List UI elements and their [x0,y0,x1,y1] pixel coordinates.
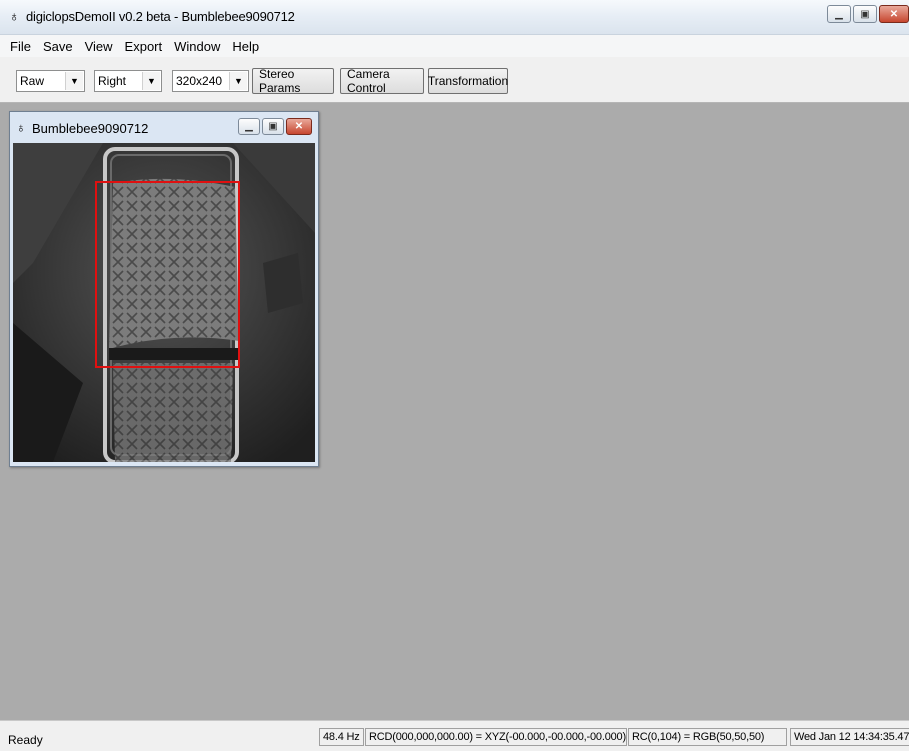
maximize-icon: ▣ [860,8,870,20]
close-button[interactable]: ✕ [879,5,909,23]
status-rcd-xyz: RCD(000,000,000.00) = XYZ(-00.000,-00.00… [365,728,627,746]
child-close-button[interactable]: ✕ [286,118,312,135]
close-icon: ✕ [889,8,899,20]
menu-export[interactable]: Export [119,39,169,54]
chevron-down-icon[interactable]: ▼ [142,72,160,90]
menu-view[interactable]: View [79,39,119,54]
child-window-title: Bumblebee9090712 [32,121,149,136]
window-controls: ▁ ▣ ✕ [827,5,909,25]
camera-control-button[interactable]: Camera Control [340,67,424,95]
resolution-select[interactable]: 320x240 ▼ [172,70,249,92]
child-maximize-button[interactable]: ▣ [262,118,284,135]
stereo-params-button[interactable]: Stereo Params [252,67,334,95]
window-title: digiclopsDemoII v0.2 beta - Bumblebee909… [26,9,295,24]
menu-bar: File Save View Export Window Help [0,35,909,57]
resolution-select-value: 320x240 [176,74,223,88]
close-icon: ✕ [294,121,304,132]
status-bar: Ready 48.4 Hz RCD(000,000,000.00) = XYZ(… [0,720,909,751]
camera-image-render [13,143,315,462]
status-ready: Ready [8,733,43,747]
status-datetime: Wed Jan 12 14:34:35.477 [790,728,909,746]
child-title-bar[interactable]: ♁ Bumblebee9090712 ▁ ▣ ✕ [10,112,318,142]
menu-file[interactable]: File [4,39,37,54]
camera-child-window[interactable]: ♁ Bumblebee9090712 ▁ ▣ ✕ [9,111,319,467]
minimize-icon: ▁ [835,8,843,20]
status-rc-rgb: RC(0,104) = RGB(50,50,50) [628,728,787,746]
maximize-icon: ▣ [268,121,278,132]
toolbar: Raw ▼ Right ▼ 320x240 ▼ Stereo Params Ca… [0,57,909,103]
chevron-down-icon[interactable]: ▼ [65,72,83,90]
mode-select-value: Raw [20,74,45,88]
tuning-fork-icon[interactable]: ♁ [9,8,20,24]
menu-help[interactable]: Help [226,39,265,54]
status-frame-rate: 48.4 Hz [319,728,364,746]
title-bar: ♁ digiclopsDemoII v0.2 beta - Bumblebee9… [0,0,909,35]
child-minimize-button[interactable]: ▁ [238,118,260,135]
menu-save[interactable]: Save [37,39,79,54]
menu-window[interactable]: Window [168,39,226,54]
maximize-button[interactable]: ▣ [853,5,877,23]
mdi-workspace: ♁ Bumblebee9090712 ▁ ▣ ✕ [0,103,909,720]
minimize-icon: ▁ [245,121,253,132]
chevron-down-icon[interactable]: ▼ [229,72,247,90]
camera-image[interactable] [13,143,315,462]
child-window-controls: ▁ ▣ ✕ [238,118,312,135]
mode-select[interactable]: Raw ▼ [16,70,85,92]
tuning-fork-icon[interactable]: ♁ [16,120,26,135]
camera-select[interactable]: Right ▼ [94,70,162,92]
camera-select-value: Right [98,74,127,88]
minimize-button[interactable]: ▁ [827,5,851,23]
transformation-button[interactable]: Transformation [428,68,508,94]
